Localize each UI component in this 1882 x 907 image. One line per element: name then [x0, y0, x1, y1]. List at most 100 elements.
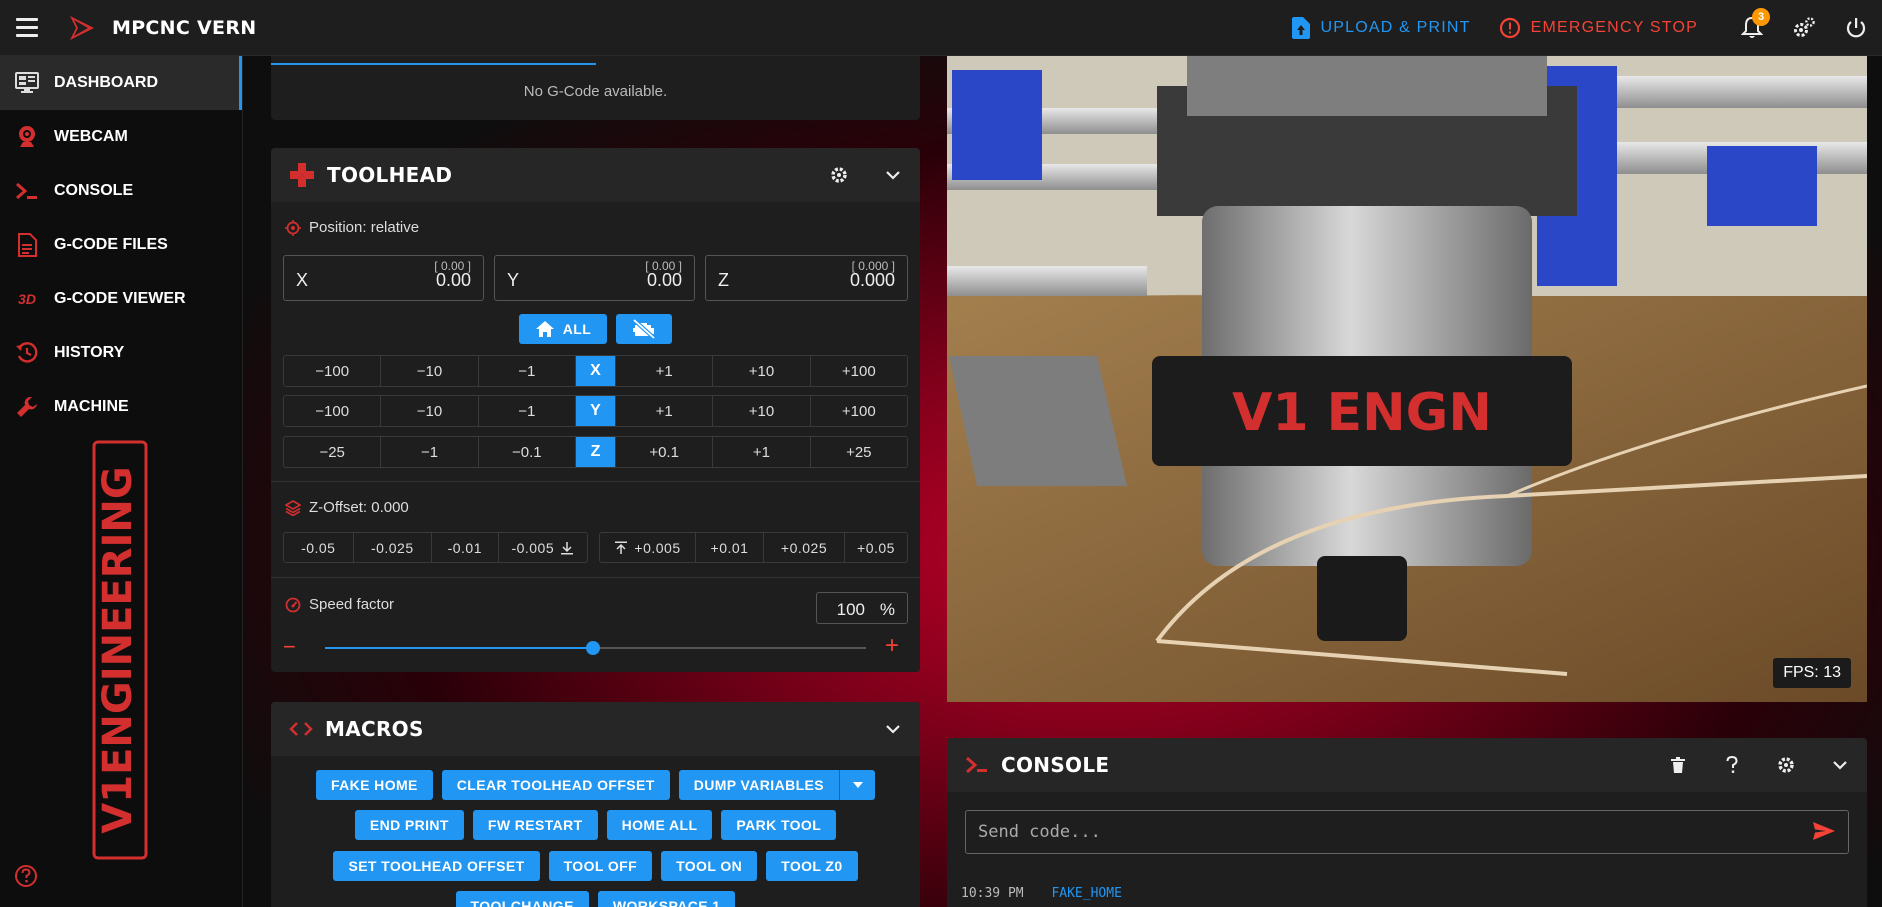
emergency-stop-label: EMERGENCY STOP — [1530, 18, 1698, 36]
speed-factor-slider[interactable] — [325, 641, 866, 655]
jog-z-minus-25[interactable]: −25 — [284, 437, 382, 467]
speed-increase-button[interactable]: + — [885, 632, 899, 660]
z-offset-plus-0-05[interactable]: +0.05 — [845, 533, 907, 562]
macros-card: MACROS FAKE HOME CLEAR TOOLHEAD OFFSET D… — [271, 702, 920, 907]
sidebar-item-dashboard[interactable]: DASHBOARD — [0, 56, 242, 110]
jog-x-minus-10[interactable]: −10 — [381, 356, 479, 386]
toolhead-collapse-button[interactable] — [866, 148, 920, 202]
macro-end-print-button[interactable]: END PRINT — [354, 810, 464, 840]
send-code-input[interactable] — [978, 811, 1798, 853]
power-button[interactable] — [1830, 0, 1882, 56]
macro-dump-variables-menu-button[interactable] — [839, 770, 876, 800]
app-bar: MPCNC VERN UPLOAD & PRINT EMERGENCY STOP… — [0, 0, 1882, 56]
sidebar-item-history[interactable]: HISTORY — [0, 326, 242, 380]
macro-fw-restart-button[interactable]: FW RESTART — [472, 810, 598, 840]
speed-decrease-button[interactable]: − — [283, 634, 296, 660]
z-offset-minus-0-005[interactable]: -0.005 — [499, 533, 587, 562]
sidebar-item-label: DASHBOARD — [54, 74, 158, 91]
arrow-collapse-up-icon — [615, 541, 628, 554]
jog-z-plus-0-1[interactable]: +0.1 — [616, 437, 714, 467]
menu-icon[interactable] — [16, 18, 38, 37]
home-y-button[interactable]: Y — [575, 396, 616, 426]
macro-tool-off-button[interactable]: TOOL OFF — [548, 851, 653, 881]
settings-button[interactable] — [1778, 0, 1830, 56]
jog-z-plus-1[interactable]: +1 — [713, 437, 811, 467]
jog-x-plus-10[interactable]: +10 — [713, 356, 811, 386]
jog-z-minus-0-1[interactable]: −0.1 — [479, 437, 576, 467]
jog-y-minus-1[interactable]: −1 — [479, 396, 576, 426]
console-settings-button[interactable] — [1759, 738, 1813, 792]
sidebar-item-console[interactable]: CONSOLE — [0, 164, 242, 218]
z-offset-minus-0-05[interactable]: -0.05 — [284, 533, 354, 562]
home-all-button[interactable]: ALL — [519, 314, 607, 344]
axis-value: 0.000 — [849, 270, 895, 290]
macro-dump-variables-button[interactable]: DUMP VARIABLES — [678, 770, 840, 800]
jog-z-plus-25[interactable]: +25 — [811, 437, 907, 467]
upload-print-button[interactable]: UPLOAD & PRINT — [1278, 0, 1484, 55]
z-offset-minus-0-01[interactable]: -0.01 — [432, 533, 499, 562]
console-entry-command[interactable]: FAKE_HOME — [1051, 886, 1121, 901]
z-offset-value: +0.005 — [634, 539, 681, 556]
jog-y-plus-100[interactable]: +100 — [811, 396, 907, 426]
jog-x-plus-1[interactable]: +1 — [616, 356, 714, 386]
console-clear-button[interactable] — [1651, 738, 1705, 792]
chevron-down-icon — [886, 171, 900, 180]
jog-x-plus-100[interactable]: +100 — [811, 356, 907, 386]
notifications-button[interactable]: 3 — [1726, 0, 1778, 56]
sidebar-item-machine[interactable]: MACHINE — [0, 380, 242, 434]
slider-thumb[interactable] — [585, 641, 600, 655]
y-position-field[interactable]: Y [ 0.00 ] 0.00 — [494, 255, 695, 301]
help-button[interactable] — [14, 864, 38, 893]
home-z-button[interactable]: Z — [575, 437, 616, 467]
macro-fake-home-button[interactable]: FAKE HOME — [315, 770, 433, 800]
motors-off-button[interactable] — [616, 314, 672, 344]
macro-set-toolhead-offset-button[interactable]: SET TOOLHEAD OFFSET — [333, 851, 540, 881]
sidebar-item-webcam[interactable]: WEBCAM — [0, 110, 242, 164]
macro-clear-toolhead-offset-button[interactable]: CLEAR TOOLHEAD OFFSET — [441, 770, 670, 800]
z-offset-plus-0-01[interactable]: +0.01 — [696, 533, 764, 562]
webcam-stream[interactable]: V1 ENGN FPS: 13 — [947, 56, 1867, 702]
crosshairs-icon — [285, 219, 301, 236]
macro-home-all-button[interactable]: HOME ALL — [606, 810, 713, 840]
speed-factor-value: 100 — [836, 600, 865, 619]
console-header: CONSOLE — [947, 738, 1867, 792]
jog-y-plus-10[interactable]: +10 — [713, 396, 811, 426]
console-input-field — [965, 810, 1849, 854]
macro-park-tool-button[interactable]: PARK TOOL — [721, 810, 837, 840]
console-collapse-button[interactable] — [1813, 738, 1867, 792]
active-tab-indicator — [271, 63, 596, 65]
macro-tool-z0-button[interactable]: TOOL Z0 — [766, 851, 858, 881]
help-circle-icon — [15, 865, 37, 887]
macro-tool-on-button[interactable]: TOOL ON — [661, 851, 758, 881]
sidebar-item-gcode-files[interactable]: G-CODE FILES — [0, 218, 242, 272]
z-position-field[interactable]: Z [ 0.000 ] 0.000 — [705, 255, 908, 301]
gear-icon — [831, 167, 847, 183]
z-offset-plus-0-005[interactable]: +0.005 — [600, 533, 696, 562]
jog-y-minus-100[interactable]: −100 — [284, 396, 382, 426]
macro-row: TOOLCHANGE WORKSPACE 1 — [271, 891, 920, 907]
jog-z-minus-1[interactable]: −1 — [381, 437, 479, 467]
sidebar-item-gcode-viewer[interactable]: 3D G-CODE VIEWER — [0, 272, 242, 326]
svg-text:V1ENGINEERING: V1ENGINEERING — [95, 466, 141, 833]
macro-toolchange-button[interactable]: TOOLCHANGE — [455, 891, 589, 907]
jog-x-minus-1[interactable]: −1 — [479, 356, 576, 386]
position-mode-label: Position: relative — [285, 219, 419, 236]
jog-y-minus-10[interactable]: −10 — [381, 396, 479, 426]
home-x-button[interactable]: X — [575, 356, 616, 386]
speed-factor-input[interactable]: 100 % — [816, 592, 908, 624]
z-offset-value: -0.005 — [511, 539, 555, 556]
macros-collapse-button[interactable] — [866, 702, 920, 756]
toolhead-settings-button[interactable] — [812, 148, 866, 202]
z-offset-minus-0-025[interactable]: -0.025 — [354, 533, 433, 562]
z-offset-plus-0-025[interactable]: +0.025 — [764, 533, 845, 562]
console-tools — [1651, 738, 1867, 792]
x-position-field[interactable]: X [ 0.00 ] 0.00 — [283, 255, 484, 301]
send-button[interactable] — [1812, 821, 1836, 846]
emergency-stop-button[interactable]: EMERGENCY STOP — [1485, 0, 1712, 55]
jog-y-plus-1[interactable]: +1 — [616, 396, 714, 426]
console-card: CONSOLE 10:39 PM FAKE_HOME — [947, 738, 1867, 907]
3d-icon: 3D — [18, 291, 36, 307]
console-help-button[interactable] — [1705, 738, 1759, 792]
jog-x-minus-100[interactable]: −100 — [284, 356, 382, 386]
macro-workspace-1-button[interactable]: WORKSPACE 1 — [597, 891, 736, 907]
